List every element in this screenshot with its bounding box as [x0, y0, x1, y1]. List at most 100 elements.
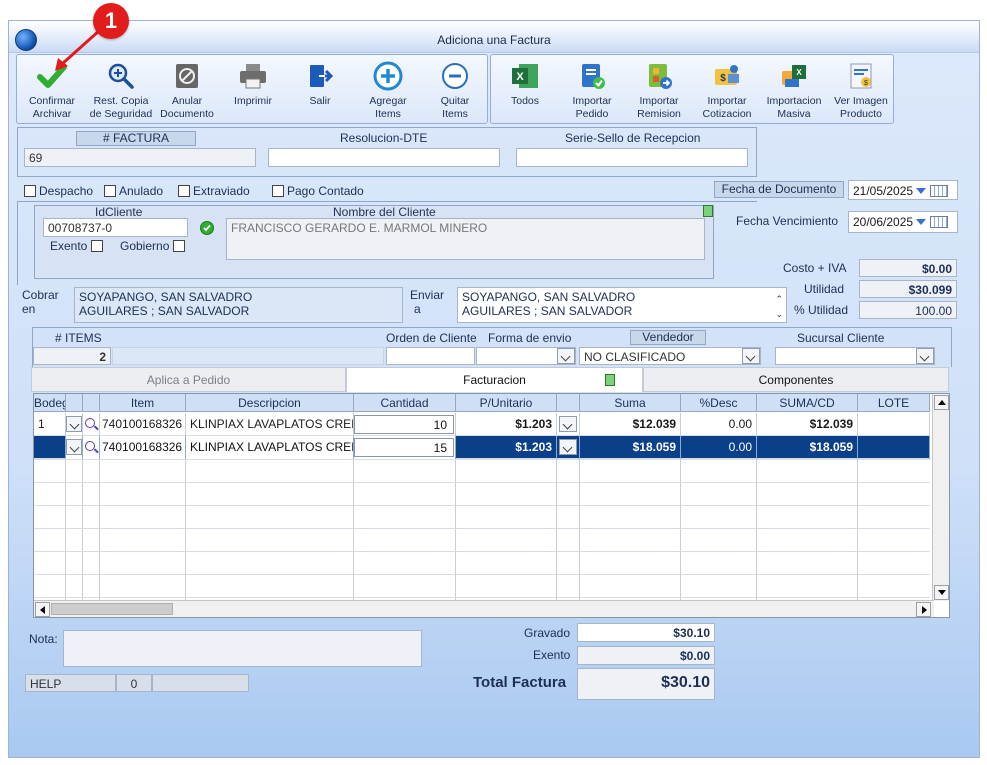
cell-sumacd[interactable]: $12.039 [757, 413, 858, 436]
verified-icon[interactable] [200, 221, 214, 235]
cell-bodega[interactable]: 1 [34, 413, 66, 436]
col-cantidad[interactable]: Cantidad [354, 394, 456, 412]
pago-contado-box[interactable] [272, 185, 284, 197]
client-order-field[interactable] [386, 347, 475, 365]
shipping-method-label: Forma de envio [488, 331, 572, 345]
col-pdesc[interactable]: %Desc [681, 394, 757, 412]
cell-lote[interactable] [858, 436, 930, 459]
quantity-input[interactable]: 15 [354, 438, 454, 457]
cell-lote[interactable] [858, 413, 930, 436]
chevron-down-icon[interactable] [66, 439, 82, 455]
scroll-right-button[interactable] [916, 602, 931, 617]
col-descripcion[interactable]: Descripcion [186, 394, 354, 412]
exento-box[interactable] [90, 240, 103, 252]
gobierno-box[interactable] [172, 240, 185, 252]
cell-punitario[interactable]: $1.203 [456, 413, 557, 436]
chevron-down-icon[interactable] [916, 188, 927, 194]
tab-billing[interactable]: Facturacion [346, 367, 643, 392]
shipping-method-dropdown[interactable] [557, 348, 575, 364]
empty-grid-area [34, 459, 930, 601]
note-field[interactable] [63, 630, 422, 667]
chevron-down-icon[interactable] [559, 416, 577, 432]
cell-dropdown[interactable] [66, 413, 83, 436]
cell-descripcion[interactable]: KLINPIAX LAVAPLATOS CREI [186, 436, 354, 459]
quantity-input[interactable]: 10 [354, 415, 454, 434]
scroll-thumb[interactable] [51, 603, 173, 615]
cell-item[interactable]: 740100168326 [100, 413, 186, 436]
cell-sumacd[interactable]: $18.059 [757, 436, 858, 459]
ship-to-scroll-down[interactable]: ⌄ [775, 307, 783, 321]
cost-field: $0.00 [859, 259, 957, 277]
client-branch-label: Sucursal Cliente [797, 331, 885, 345]
edit-client-icon[interactable] [703, 205, 713, 217]
gobierno-checkbox[interactable]: Gobierno [120, 239, 188, 253]
cell-lookup[interactable] [83, 413, 100, 436]
due-date-picker[interactable]: 20/06/2025 [848, 211, 958, 233]
despacho-checkbox[interactable]: Despacho [24, 184, 93, 198]
ship-to-field[interactable]: SOYAPANGO, SAN SALVADRO AGUILARES ; SAN S… [457, 287, 787, 323]
extraviado-checkbox[interactable]: Extraviado [178, 184, 250, 198]
scroll-left-button[interactable] [35, 602, 50, 617]
tab-billing-icon [605, 374, 615, 386]
profit-pct-label: % Utilidad [794, 303, 849, 317]
scroll-up-button[interactable] [934, 395, 949, 410]
vertical-scrollbar[interactable] [932, 394, 949, 601]
pago-contado-checkbox[interactable]: Pago Contado [272, 184, 364, 198]
seller-select[interactable]: NO CLASIFICADO [579, 347, 761, 365]
anulado-checkbox[interactable]: Anulado [104, 184, 163, 198]
chevron-down-icon[interactable] [916, 219, 927, 225]
col-item[interactable]: Item [100, 394, 186, 412]
bill-to-field[interactable]: SOYAPANGO, SAN SALVADRO AGUILARES ; SAN S… [74, 287, 403, 323]
help-label: HELP [25, 674, 116, 692]
tab-apply-order[interactable]: Aplica a Pedido [31, 367, 346, 392]
exento-checkbox[interactable]: Exento [50, 239, 106, 253]
invoice-number-field[interactable]: 69 [24, 148, 256, 167]
cell-suma[interactable]: $12.039 [580, 413, 681, 436]
col-sumacd[interactable]: SUMA/CD [757, 394, 858, 412]
ship-to-scroll-up[interactable]: ⌃ [775, 292, 783, 306]
document-date-picker[interactable]: 21/05/2025 [848, 180, 958, 200]
client-id-field[interactable]: 00708737-0 [43, 218, 188, 237]
col-suma[interactable]: Suma [580, 394, 681, 412]
extraviado-box[interactable] [178, 185, 190, 197]
cell-lookup[interactable] [83, 436, 100, 459]
serial-seal-label: Serie-Sello de Recepcion [565, 131, 701, 145]
cell-price-dropdown[interactable] [557, 413, 580, 436]
client-branch-dropdown[interactable] [916, 348, 934, 364]
cell-pdesc[interactable]: 0.00 [681, 436, 757, 459]
despacho-box[interactable] [24, 185, 36, 197]
chevron-down-icon[interactable] [66, 416, 82, 432]
cell-suma[interactable]: $18.059 [580, 436, 681, 459]
seller-label: Vendedor [630, 330, 706, 345]
search-icon[interactable] [85, 418, 95, 428]
cell-cantidad[interactable]: 10 [354, 413, 456, 436]
anulado-box[interactable] [104, 185, 116, 197]
items-count-label: # ITEMS [55, 331, 102, 345]
cell-descripcion[interactable]: KLINPIAX LAVAPLATOS CREI [186, 413, 354, 436]
table-row[interactable]: 1 740100168326 KLINPIAX LAVAPLATOS CREI … [34, 413, 930, 436]
col-lote[interactable]: LOTE [858, 394, 930, 412]
col-bodega[interactable]: Bodega [34, 394, 66, 412]
calendar-icon[interactable] [929, 185, 948, 197]
client-branch-select[interactable] [775, 347, 935, 365]
search-icon[interactable] [85, 441, 95, 451]
cell-item[interactable]: 740100168326 [100, 436, 186, 459]
cell-price-dropdown[interactable] [557, 436, 580, 459]
cell-cantidad[interactable]: 15 [354, 436, 456, 459]
horizontal-scrollbar[interactable] [34, 600, 934, 617]
scroll-down-button[interactable] [934, 585, 949, 600]
client-name-field[interactable]: FRANCISCO GERARDO E. MARMOL MINERO [226, 218, 705, 260]
tab-components[interactable]: Componentes [643, 367, 949, 392]
chevron-down-icon[interactable] [559, 439, 577, 455]
calendar-icon[interactable] [929, 216, 948, 228]
cell-bodega[interactable] [34, 436, 66, 459]
table-row-selected[interactable]: 740100168326 KLINPIAX LAVAPLATOS CREI 15… [34, 436, 930, 459]
seller-dropdown[interactable] [742, 348, 760, 364]
serial-seal-field[interactable] [516, 148, 748, 167]
resolution-field[interactable] [268, 148, 500, 167]
cell-dropdown[interactable] [66, 436, 83, 459]
profit-field: $30.099 [859, 280, 957, 298]
col-punitario[interactable]: P/Unitario [456, 394, 557, 412]
cell-pdesc[interactable]: 0.00 [681, 413, 757, 436]
cell-punitario[interactable]: $1.203 [456, 436, 557, 459]
